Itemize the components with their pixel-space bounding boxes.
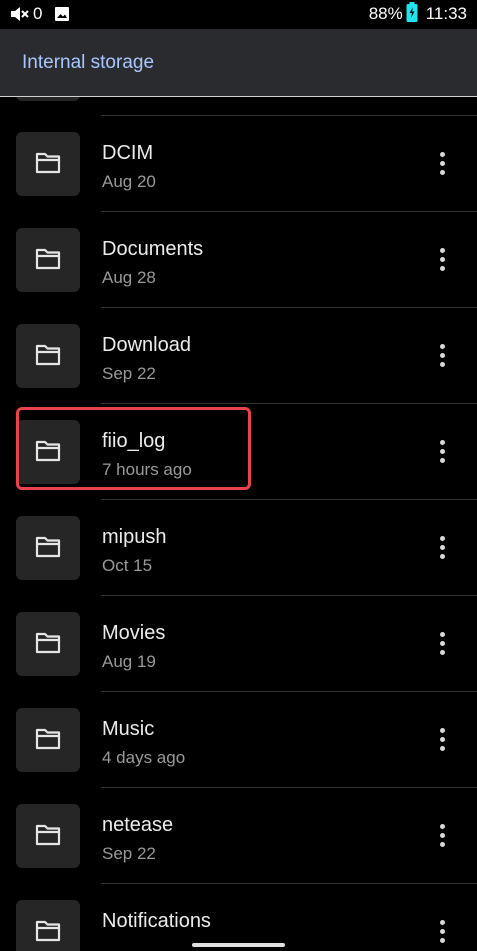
- folder-date: Aug 28: [102, 268, 156, 287]
- folder-name: Documents: [102, 238, 204, 260]
- app-bar: Internal storage: [0, 29, 477, 97]
- folder-name: fiio_log: [102, 430, 166, 452]
- list-item[interactable]: netease Sep 22: [0, 788, 477, 884]
- folder-thumbnail: [16, 132, 80, 196]
- folder-icon: [35, 344, 61, 366]
- more-options-icon[interactable]: [428, 245, 456, 275]
- folder-name: Music: [102, 718, 155, 740]
- more-options-icon[interactable]: [428, 725, 456, 755]
- battery-charging-icon: [406, 1, 418, 27]
- folder-name: netease: [102, 814, 174, 836]
- clock: 11:33: [425, 4, 467, 23]
- folder-icon: [35, 728, 61, 750]
- more-options-icon[interactable]: [428, 917, 456, 947]
- folder-date: Sep 22: [102, 364, 156, 383]
- folder-name: DCIM: [102, 142, 154, 164]
- folder-thumbnail: [16, 228, 80, 292]
- folder-icon: [35, 152, 61, 174]
- folder-icon: [35, 632, 61, 654]
- folder-thumbnail: [16, 900, 80, 951]
- folder-icon: [35, 248, 61, 270]
- folder-name: Movies: [102, 622, 166, 644]
- folder-date: Aug 20: [102, 172, 156, 191]
- folder-thumbnail: [16, 516, 80, 580]
- list-item[interactable]: DCIM Aug 20: [0, 116, 477, 212]
- notification-count: 0: [33, 4, 43, 23]
- folder-date: Aug 19: [102, 652, 156, 671]
- folder-date: Oct 15: [102, 556, 153, 575]
- status-right: 88% 11:33: [368, 1, 467, 27]
- folder-list[interactable]: DCIM Aug 20 Documents Aug 28 Download Se…: [0, 97, 477, 951]
- more-options-icon[interactable]: [428, 341, 456, 371]
- folder-icon: [35, 536, 61, 558]
- home-indicator[interactable]: [192, 943, 285, 947]
- partial-folder-thumbnail: [16, 97, 80, 101]
- folder-date: 4 days ago: [102, 748, 186, 767]
- folder-thumbnail: [16, 804, 80, 868]
- folder-thumbnail: [16, 324, 80, 388]
- folder-thumbnail: [16, 420, 80, 484]
- folder-date: Sep 22: [102, 844, 156, 863]
- list-item[interactable]: Download Sep 22: [0, 308, 477, 404]
- image-notification-icon: [54, 6, 70, 22]
- list-item[interactable]: mipush Oct 15: [0, 500, 477, 596]
- more-options-icon[interactable]: [428, 533, 456, 563]
- list-item[interactable]: Notifications: [0, 884, 477, 951]
- more-options-icon[interactable]: [428, 437, 456, 467]
- folder-name: Notifications: [102, 910, 211, 932]
- battery-percent: 88%: [368, 4, 403, 23]
- mute-icon: [10, 5, 30, 23]
- page-title: Internal storage: [22, 52, 155, 73]
- folder-icon: [35, 920, 61, 942]
- folder-name: Download: [102, 334, 191, 356]
- folder-date: 7 hours ago: [102, 460, 192, 479]
- status-bar: 0 88% 11:33: [0, 0, 477, 29]
- more-options-icon[interactable]: [428, 821, 456, 851]
- folder-thumbnail: [16, 708, 80, 772]
- list-item[interactable]: Music 4 days ago: [0, 692, 477, 788]
- more-options-icon[interactable]: [428, 149, 456, 179]
- folder-thumbnail: [16, 612, 80, 676]
- status-left: 0: [10, 4, 70, 24]
- list-item[interactable]: fiio_log 7 hours ago: [0, 404, 477, 500]
- list-item[interactable]: Movies Aug 19: [0, 596, 477, 692]
- list-item[interactable]: Documents Aug 28: [0, 212, 477, 308]
- folder-name: mipush: [102, 526, 167, 548]
- folder-icon: [35, 824, 61, 846]
- more-options-icon[interactable]: [428, 629, 456, 659]
- folder-icon: [35, 440, 61, 462]
